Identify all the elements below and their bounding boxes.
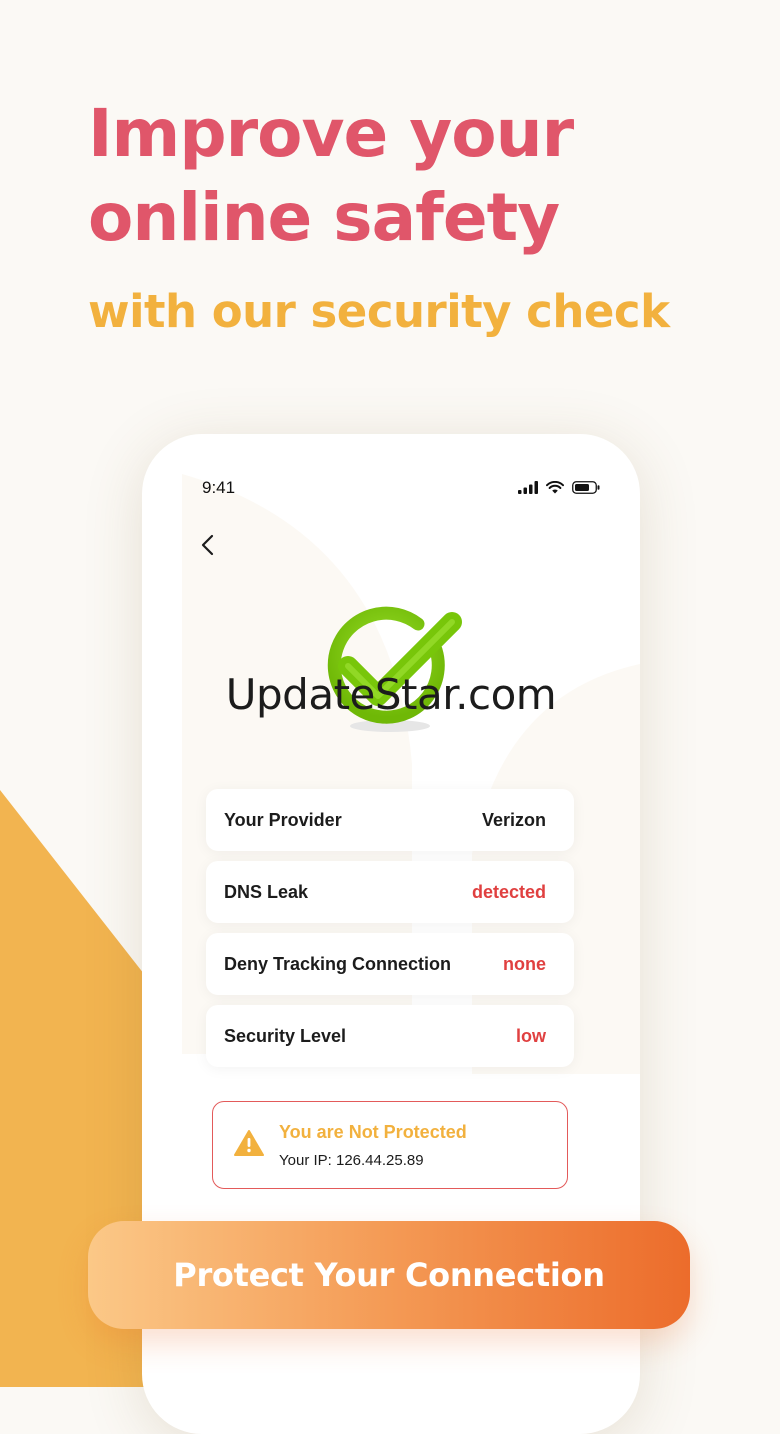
row-value: none [503, 953, 546, 974]
info-row-deny-tracking: Deny Tracking Connection none [206, 933, 574, 995]
security-info-list: Your Provider Verizon DNS Leak detected … [206, 789, 574, 1077]
back-button[interactable] [194, 528, 220, 562]
headline: Improve your online safety [88, 92, 574, 260]
row-label: Security Level [224, 1025, 347, 1046]
protection-alert: You are Not Protected Your IP: 126.44.25… [212, 1101, 568, 1189]
status-icons [518, 481, 600, 494]
row-value: detected [471, 881, 546, 902]
battery-icon [572, 481, 600, 494]
alert-title: You are Not Protected [279, 1122, 467, 1142]
headline-line-1: Improve your [88, 95, 574, 172]
row-value: Verizon [481, 809, 546, 830]
headline-line-2: online safety [88, 179, 560, 256]
chevron-left-icon [201, 534, 214, 556]
row-label: DNS Leak [224, 881, 309, 902]
wifi-icon [546, 481, 564, 494]
info-row-provider: Your Provider Verizon [206, 789, 574, 851]
signal-icon [518, 481, 538, 494]
row-label: Deny Tracking Connection [224, 953, 452, 974]
row-label: Your Provider [224, 809, 342, 830]
info-row-security-level: Security Level low [206, 1005, 574, 1067]
status-time: 9:41 [202, 478, 236, 497]
warning-icon [234, 1130, 264, 1156]
alert-ip-address: Your IP: 126.44.25.89 [279, 1152, 424, 1169]
subheadline: with our security check [88, 285, 670, 338]
watermark-text: UpdateStar.com [225, 670, 557, 719]
row-value: low [516, 1025, 546, 1046]
protect-connection-button[interactable]: Protect Your Connection [88, 1221, 690, 1329]
info-row-dns-leak: DNS Leak detected [206, 861, 574, 923]
